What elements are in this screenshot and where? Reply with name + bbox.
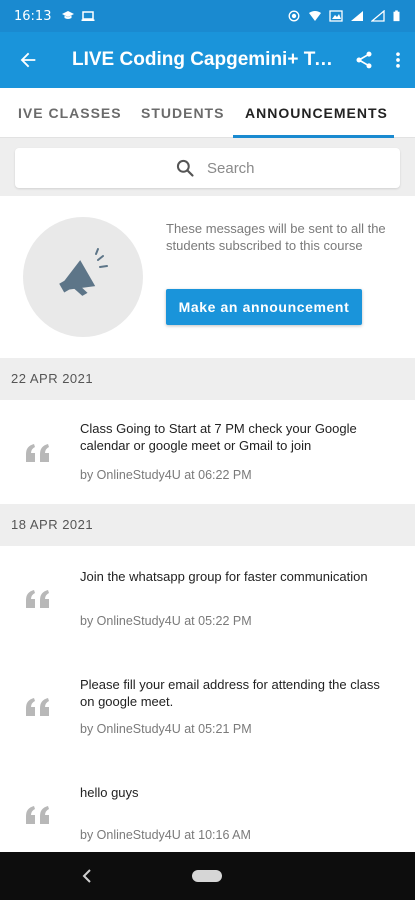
status-time: 16:13 <box>14 8 52 24</box>
search-box[interactable] <box>15 148 400 188</box>
announcement-item[interactable]: Join the whatsapp group for faster commu… <box>0 546 415 654</box>
signal-icon <box>351 11 363 21</box>
search-icon <box>176 159 194 177</box>
announcement-meta: by OnlineStudy4U at 05:22 PM <box>80 614 252 628</box>
quote-icon <box>26 698 49 716</box>
more-vert-icon <box>396 52 400 68</box>
cast-icon <box>288 10 300 22</box>
announcement-message: Please fill your email address for atten… <box>80 677 380 709</box>
announcement-promo: These messages will be sent to all the s… <box>0 196 415 358</box>
search-area <box>0 138 415 196</box>
date-header: 18 APR 2021 <box>0 504 415 546</box>
back-button[interactable] <box>0 32 56 88</box>
tab-bar: IVE CLASSES STUDENTS ANNOUNCEMENTS <box>0 88 415 138</box>
share-icon <box>356 51 372 69</box>
announcement-item[interactable]: Class Going to Start at 7 PM check your … <box>0 400 415 508</box>
date-header: 22 APR 2021 <box>0 358 415 400</box>
search-input[interactable] <box>207 148 387 188</box>
megaphone-illustration <box>23 217 143 337</box>
system-nav-bar <box>0 852 415 900</box>
page-title: LIVE Coding Capgemini+ Tech Mahindra <box>72 49 342 70</box>
nav-back-icon[interactable] <box>78 866 98 886</box>
more-options-button[interactable] <box>381 32 415 88</box>
tab-announcements[interactable]: ANNOUNCEMENTS <box>245 88 388 138</box>
announcement-meta: by OnlineStudy4U at 05:21 PM <box>80 722 252 736</box>
graduation-cap-icon <box>62 11 75 19</box>
announcement-message: Class Going to Start at 7 PM check your … <box>80 421 357 453</box>
announcement-meta: by OnlineStudy4U at 10:16 AM <box>80 828 251 842</box>
quote-icon <box>26 444 49 462</box>
make-announcement-button[interactable]: Make an announcement <box>166 289 362 325</box>
laptop-icon <box>81 11 95 21</box>
battery-icon <box>393 10 400 22</box>
megaphone-icon <box>59 248 108 296</box>
share-button[interactable] <box>347 32 381 88</box>
image-icon <box>329 10 343 22</box>
tab-students[interactable]: STUDENTS <box>141 88 224 138</box>
announcement-item[interactable]: Please fill your email address for atten… <box>0 654 415 762</box>
tab-live-classes[interactable]: IVE CLASSES <box>18 88 122 138</box>
announcement-message: hello guys <box>80 785 139 800</box>
promo-description: These messages will be sent to all the s… <box>166 221 386 253</box>
quote-icon <box>26 590 49 608</box>
announcement-message: Join the whatsapp group for faster commu… <box>80 569 368 584</box>
wifi-icon <box>309 11 321 21</box>
app-bar: LIVE Coding Capgemini+ Tech Mahindra <box>0 32 415 88</box>
nav-home-pill[interactable] <box>192 870 222 882</box>
announcement-meta: by OnlineStudy4U at 06:22 PM <box>80 468 252 482</box>
status-bar: 16:13 <box>0 0 415 32</box>
signal-icon <box>371 10 385 22</box>
back-arrow-icon <box>20 52 36 68</box>
announcement-item[interactable]: hello guys by OnlineStudy4U at 10:16 AM <box>0 762 415 852</box>
quote-icon <box>26 806 49 824</box>
